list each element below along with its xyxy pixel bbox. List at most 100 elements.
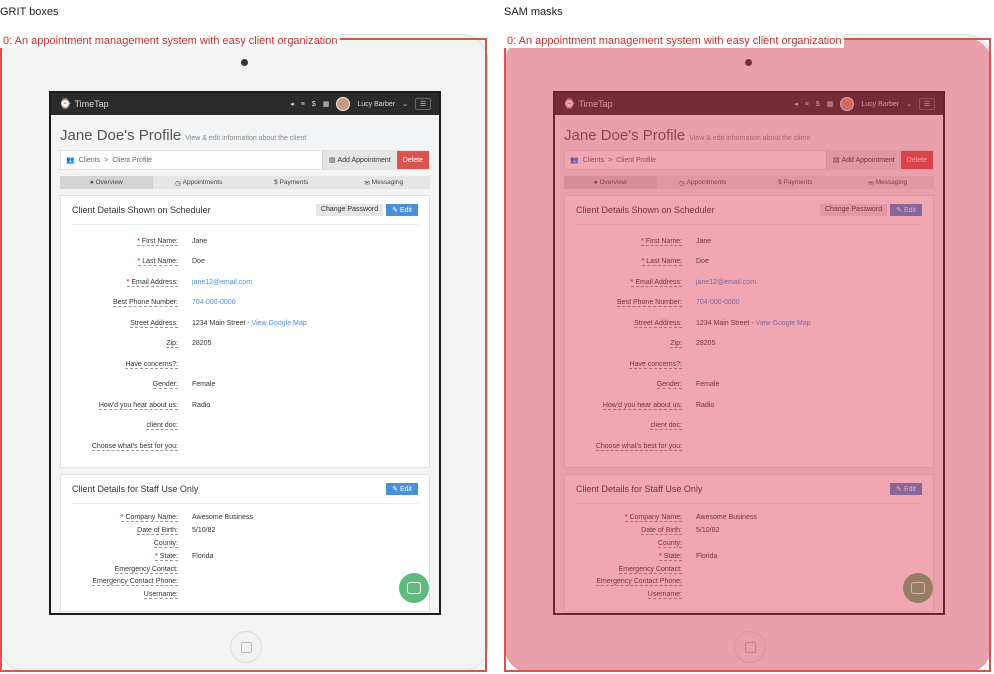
field-label: Gender:: [72, 381, 178, 390]
field-value[interactable]: jane12@email.com: [192, 279, 252, 286]
tab-label: Overview: [95, 179, 123, 186]
add-appointment-button[interactable]: ▤ Add Appointment: [321, 151, 397, 169]
tab-payments[interactable]: $ Payments: [245, 176, 338, 189]
field-label-text: Gender:: [152, 381, 178, 389]
field-row: * Company Name: Awesome Business: [576, 512, 922, 525]
home-button[interactable]: [734, 631, 766, 663]
tab-overview[interactable]: ● Overview: [564, 176, 657, 189]
field-row: Emergency Contact:: [72, 563, 418, 576]
top-navigation-bar: ⌚ TimeTap ◂ ≡ $ ▦ Lucy Barber ⌄ ☰: [555, 93, 943, 115]
field-row: Have concerns?:: [576, 354, 922, 375]
field-value: 1234 Main Street - View Google Map: [192, 319, 307, 327]
field-label: Choose what's best for you:: [72, 442, 178, 451]
logo[interactable]: ⌚ TimeTap: [59, 99, 109, 110]
tab-payments[interactable]: $ Payments: [749, 176, 842, 189]
field-value-text: 28205: [696, 340, 716, 348]
chevron-down-icon[interactable]: ⌄: [402, 100, 408, 108]
user-name[interactable]: Lucy Barber: [357, 101, 395, 108]
field-label: Emergency Contact Phone:: [72, 578, 178, 587]
field-value: Radio: [192, 402, 210, 409]
calendar-icon[interactable]: ▦: [323, 100, 330, 108]
page-subtitle: View & edit information about the client: [689, 135, 811, 142]
field-value-text: Radio: [192, 401, 211, 409]
user-name[interactable]: Lucy Barber: [861, 101, 899, 108]
add-appointment-button[interactable]: ▤ Add Appointment: [825, 151, 901, 169]
field-label: Emergency Contact Phone:: [576, 578, 682, 587]
field-value-text: 5/10/82: [696, 527, 720, 535]
tab-bar: ● Overview ◷ Appointments $ Payments ✉ M…: [564, 176, 934, 189]
edit-button[interactable]: ✎ Edit: [890, 204, 922, 216]
settings-sliders-icon[interactable]: ≡: [301, 101, 305, 108]
chevron-down-icon[interactable]: ⌄: [906, 100, 912, 108]
field-label-text: Company Name:: [125, 514, 178, 522]
field-label: * State:: [576, 552, 682, 561]
tab-overview[interactable]: ● Overview: [60, 176, 153, 189]
field-label: Emergency Contact:: [72, 565, 178, 574]
field-value[interactable]: jane12@email.com: [696, 279, 756, 286]
field-row: * Email Address: jane12@email.com: [576, 272, 922, 293]
field-row: Zip: 28205: [576, 334, 922, 355]
field-value: Doe: [192, 258, 205, 265]
announce-icon[interactable]: ◂: [794, 100, 798, 108]
field-value-text: Awesome Business: [192, 514, 253, 522]
field-label-text: Username:: [647, 591, 682, 599]
avatar[interactable]: [840, 97, 855, 111]
edit-label: Edit: [399, 485, 412, 493]
breadcrumb: 👥 Clients > Client Profile ▤ Add Appoint…: [60, 150, 430, 170]
breadcrumb-clients[interactable]: Clients: [583, 157, 604, 164]
chat-widget-button[interactable]: [903, 573, 933, 603]
field-row: * Last Name: Doe: [576, 252, 922, 273]
field-value: Radio: [696, 402, 714, 409]
delete-button[interactable]: Delete: [900, 151, 933, 169]
field-label-text: County:: [153, 539, 178, 547]
field-label: Gender:: [576, 381, 682, 390]
logo[interactable]: ⌚ TimeTap: [563, 99, 613, 110]
tab-appointments[interactable]: ◷ Appointments: [153, 176, 246, 189]
field-label: * Company Name:: [576, 514, 682, 523]
google-map-link[interactable]: View Google Map: [252, 320, 307, 327]
field-list: * Company Name: Awesome Business Date of B…: [576, 504, 922, 602]
announce-icon[interactable]: ◂: [290, 100, 294, 108]
edit-button[interactable]: ✎ Edit: [890, 482, 922, 495]
field-label: Choose what's best for you:: [576, 442, 682, 451]
field-list: * First Name: Jane * Last Name: Doe * Email …: [576, 225, 922, 457]
field-value: Awesome Business: [192, 514, 253, 521]
calendar-icon[interactable]: ▦: [827, 100, 834, 108]
tab-messaging[interactable]: ✉ Messaging: [338, 176, 431, 189]
field-label: County:: [72, 539, 178, 548]
grit-box-label: 0: An appointment management system with…: [0, 34, 341, 48]
settings-sliders-icon[interactable]: ≡: [805, 101, 809, 108]
field-label: client doc:: [576, 422, 682, 431]
google-map-link[interactable]: View Google Map: [756, 320, 811, 327]
chat-widget-button[interactable]: [399, 573, 429, 603]
delete-button[interactable]: Delete: [396, 151, 429, 169]
dollar-icon[interactable]: $: [816, 101, 820, 108]
avatar[interactable]: [336, 97, 351, 111]
field-label: Have concerns?:: [576, 360, 682, 369]
field-label-text: Emergency Contact:: [114, 565, 178, 573]
field-value[interactable]: 704-000-0000: [192, 299, 236, 306]
hamburger-menu-icon[interactable]: ☰: [415, 98, 431, 110]
field-label-text: State:: [159, 552, 178, 560]
field-value: Female: [192, 381, 215, 388]
staff-details-card: Client Details for Staff Use Only ✎ Edit…: [60, 473, 430, 613]
breadcrumb-clients[interactable]: Clients: [79, 157, 100, 164]
change-password-button[interactable]: Change Password: [819, 204, 888, 216]
field-row: Gender: Female: [576, 375, 922, 396]
tab-label: Overview: [599, 179, 627, 186]
camera-icon: [745, 59, 752, 66]
hamburger-menu-icon[interactable]: ☰: [919, 98, 935, 110]
dollar-icon[interactable]: $: [312, 101, 316, 108]
edit-button[interactable]: ✎ Edit: [386, 204, 418, 216]
field-value: 1234 Main Street - View Google Map: [696, 319, 811, 327]
edit-button[interactable]: ✎ Edit: [386, 482, 418, 495]
field-value[interactable]: 704-000-0000: [696, 299, 740, 306]
field-label: * Company Name:: [72, 514, 178, 523]
home-button[interactable]: [230, 631, 262, 663]
field-row: Gender: Female: [72, 375, 418, 396]
tab-messaging[interactable]: ✉ Messaging: [842, 176, 935, 189]
tab-appointments[interactable]: ◷ Appointments: [657, 176, 750, 189]
change-password-button[interactable]: Change Password: [315, 204, 384, 216]
field-value: 5/10/82: [696, 527, 719, 534]
field-label: Have concerns?:: [72, 360, 178, 369]
